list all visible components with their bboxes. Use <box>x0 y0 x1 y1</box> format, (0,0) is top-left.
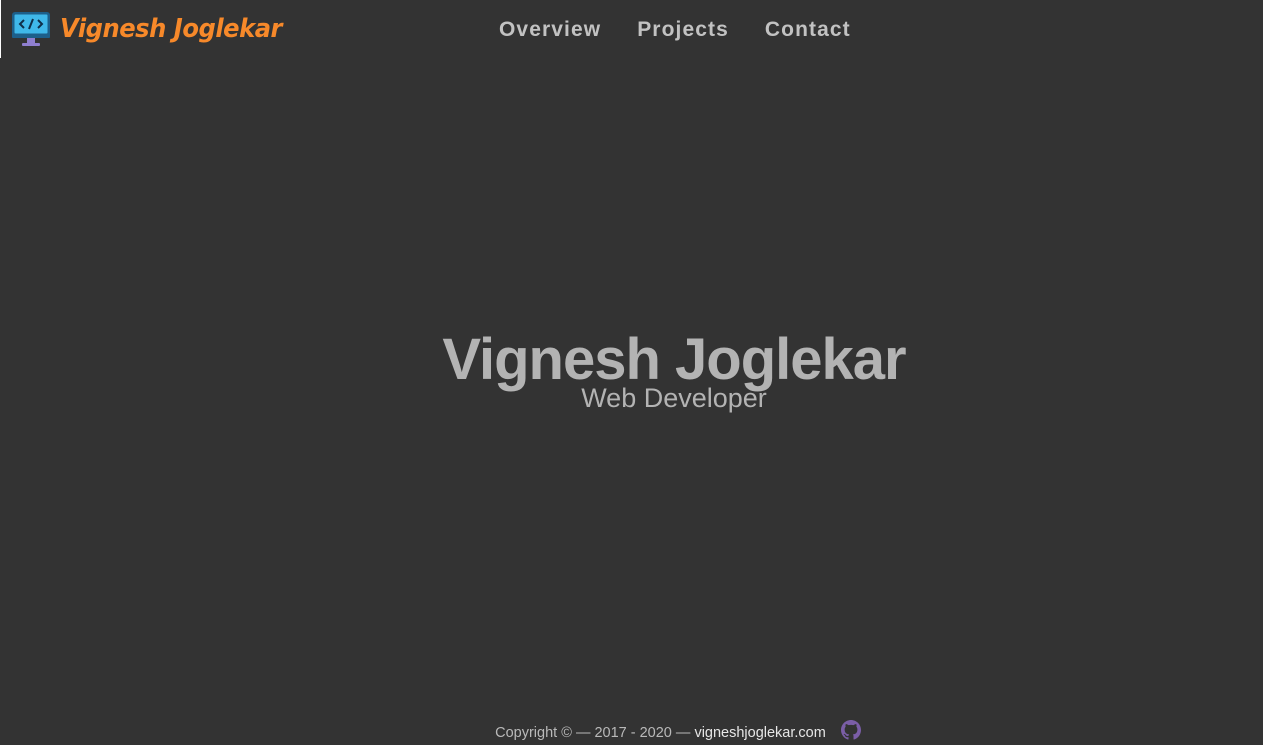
footer-years: — 2017 - 2020 — <box>575 725 695 741</box>
footer: Copyright © — 2017 - 2020 — vigneshjogle… <box>0 720 1263 744</box>
github-icon[interactable] <box>840 720 861 740</box>
main-nav: Overview Projects Contact <box>499 17 851 43</box>
window-edge-line <box>0 0 1 58</box>
hero-section: Vignesh Joglekar Web Developer <box>0 325 1263 415</box>
nav-item-overview[interactable]: Overview <box>499 17 601 43</box>
page: Vignesh Joglekar Overview Projects Conta… <box>0 0 1263 745</box>
nav-item-contact[interactable]: Contact <box>765 17 851 43</box>
brand-logo-link[interactable]: Vignesh Joglekar <box>11 11 299 47</box>
footer-site-link[interactable]: vigneshjoglekar.com <box>694 725 825 741</box>
code-monitor-icon <box>12 12 50 46</box>
nav-item-projects[interactable]: Projects <box>637 17 729 43</box>
brand-name: Vignesh Joglekar <box>60 14 283 44</box>
footer-copyright: Copyright © <box>495 725 576 741</box>
hero-role: Web Developer <box>581 383 767 413</box>
